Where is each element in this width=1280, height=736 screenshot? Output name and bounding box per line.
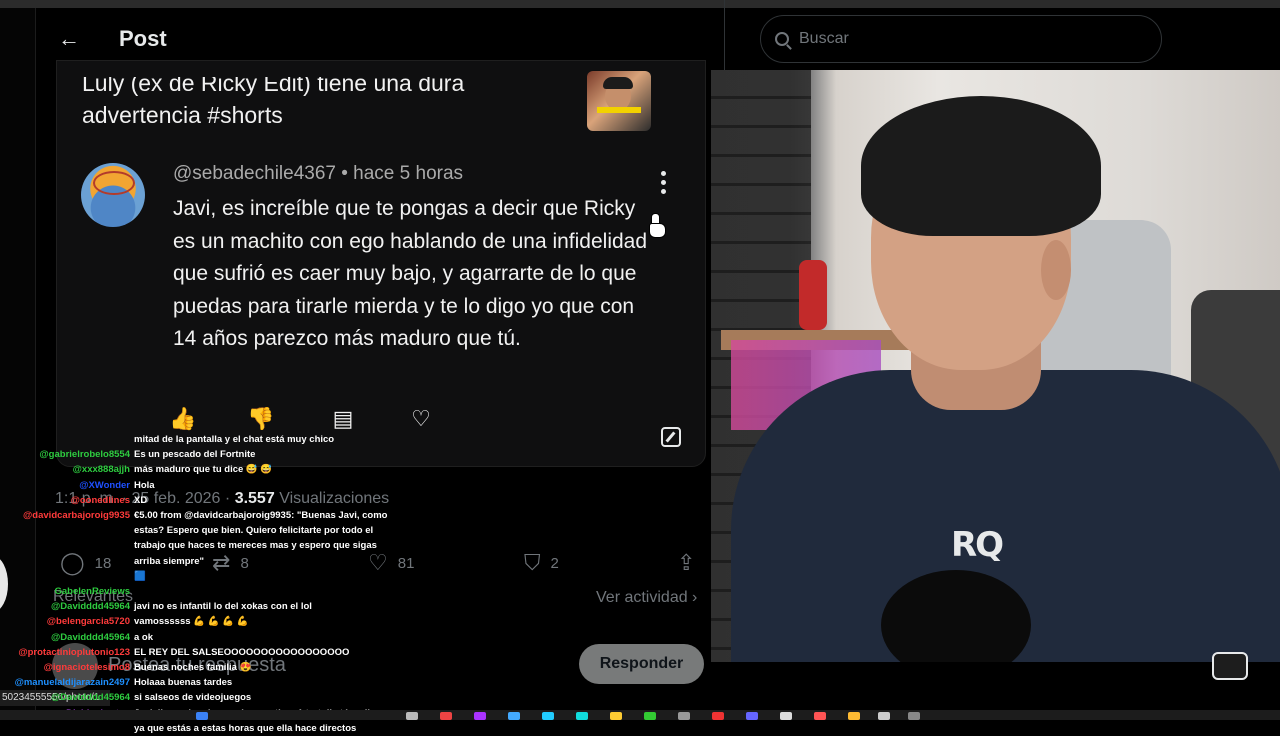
chat-text: Hola [134, 479, 155, 491]
video-title: Luly (ex de Ricky Edit) tiene una dura a… [82, 67, 562, 131]
search-placeholder: Buscar [799, 30, 849, 47]
thumbs-down-icon: 👎 [247, 406, 275, 431]
chat-text: €5.00 from @davidcarbajoroig9935: "Buena… [134, 510, 388, 521]
chat-username: @Davidddd45964 [51, 631, 130, 643]
streamer-hair [861, 96, 1101, 236]
red-object [799, 260, 827, 330]
comment-text: Javi, es increíble que te pongas a decir… [173, 197, 648, 350]
taskbar-app-icon[interactable] [908, 712, 920, 720]
share-icon[interactable]: ⇪ [677, 550, 695, 576]
video-title-line2: advertencia #shorts [82, 102, 283, 128]
thumbs-up-icon: 👍 [169, 406, 197, 431]
taskbar-app-icon[interactable] [878, 712, 890, 720]
chat-text: EL REY DEL SALSEOOOOOOOOOOOOOOOOO [134, 646, 350, 658]
chat-text: si salseos de videojuegos [134, 692, 252, 704]
screenshot-image[interactable]: Luly (ex de Ricky Edit) tiene una dura a… [56, 60, 706, 467]
taskbar-app-icon[interactable] [406, 712, 418, 720]
chat-text: estas? Espero que bien. Quiero felicitar… [134, 525, 374, 537]
video-thumbnail [587, 71, 651, 131]
video-title-line1: Luly (ex de Ricky Edit) tiene una dura [82, 70, 465, 96]
more-options-icon [661, 171, 667, 195]
chat-username: @gabrielrobelo8554 [39, 449, 130, 461]
heart-icon: ♡ [411, 406, 431, 431]
mouse-cursor-icon [649, 213, 666, 238]
streamer-ear [1041, 240, 1071, 300]
reply-button[interactable]: Responder [579, 644, 704, 684]
chat-username: @protactinioplutonio123 [18, 646, 130, 658]
thumbnail-hair [603, 77, 633, 89]
search-icon [775, 32, 789, 46]
chat-text: más maduro que tu dice 😅 😅 [134, 464, 273, 476]
chat-text: javi no es infantil lo del xokas con el … [134, 601, 312, 613]
chat-username: @ignaciotelesimo8 [43, 662, 130, 673]
taskbar-app-icon[interactable] [814, 712, 826, 720]
taskbar-app-icon[interactable] [610, 712, 622, 720]
windows-start-icon[interactable] [196, 712, 208, 720]
back-arrow-icon[interactable]: ← [58, 26, 80, 52]
taskbar-app-icon[interactable] [644, 712, 656, 720]
browser-top-bar [0, 0, 1280, 8]
messages-icon[interactable] [1212, 652, 1248, 680]
chat-text: ya que estás a estas horas que ella hace… [134, 722, 357, 734]
taskbar [0, 710, 1280, 720]
reply-comment-icon: ▤ [332, 406, 354, 431]
chat-username: @XWonder [79, 479, 130, 491]
comment-avatar [81, 163, 145, 227]
comment-meta: @sebadechile4367 • hace 5 horas [173, 163, 464, 184]
chat-username: @manuelaldijarazain2497 [14, 677, 130, 689]
chat-username: GabelenReviews [54, 586, 130, 597]
taskbar-app-icon[interactable] [576, 712, 588, 720]
thumbnail-badge [597, 107, 641, 113]
taskbar-app-icon[interactable] [848, 712, 860, 720]
bookmark-stat[interactable]: ⛉ 2 [524, 550, 559, 576]
taskbar-app-icon[interactable] [780, 712, 792, 720]
page-title: Post [119, 26, 167, 51]
chat-text: Buenas noches familia 😍 [134, 662, 252, 673]
chat-text: arriba siempre" [134, 555, 204, 567]
chat-text: XD [134, 494, 148, 506]
webcam-bottom-bar [711, 662, 1280, 710]
chat-username: @davidcarbajoroig9935 [23, 510, 130, 521]
taskbar-app-icon[interactable] [746, 712, 758, 720]
bookmark-count: 2 [550, 554, 559, 572]
taskbar-app-icon[interactable] [542, 712, 554, 720]
chat-username: @Davidddd45964 [51, 692, 130, 704]
bookmark-icon: ⛉ [524, 550, 541, 575]
chat-text: trabajo que haces te mereces mas y esper… [134, 540, 377, 552]
taskbar-app-icon[interactable] [440, 712, 452, 720]
chat-username: @oonedlines [70, 494, 130, 506]
chat-username: @xxx888ajjh [72, 464, 130, 476]
taskbar-app-icon[interactable] [678, 712, 690, 720]
taskbar-app-icon[interactable] [508, 712, 520, 720]
chat-text: Es un pescado del Fortnite [134, 449, 256, 461]
taskbar-app-icon[interactable] [712, 712, 724, 720]
chat-text: a ok [134, 631, 154, 643]
taskbar-app-icon[interactable] [474, 712, 486, 720]
edit-image-icon[interactable] [661, 427, 681, 447]
webcam-feed: RQ [711, 70, 1280, 662]
chat-text: 🟦 [134, 570, 146, 582]
chat-text: vamossssss 💪 💪 💪 💪 [134, 616, 249, 628]
chat-text: Holaaa buenas tardes [134, 677, 233, 689]
stream-chat-overlay: mitad de la pantalla y el chat está muy … [0, 432, 420, 734]
shirt-logo: RQ [951, 525, 1004, 565]
view-activity-link[interactable]: Ver actividad › [596, 589, 697, 607]
chat-username: @Davidddd45964 [51, 601, 130, 613]
search-input[interactable]: Buscar [760, 15, 1162, 63]
chat-text: mitad de la pantalla y el chat está muy … [134, 434, 335, 445]
chat-username: @belengarcia5720 [46, 616, 130, 628]
